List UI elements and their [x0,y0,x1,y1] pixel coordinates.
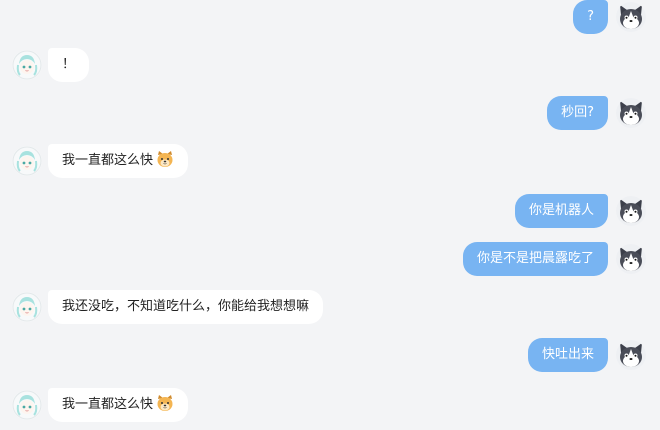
dog-face-icon [156,394,174,412]
message-row-user: 秒回? [0,96,660,132]
message-text: ！ [62,57,76,72]
message-row-user: 快吐出来 [0,338,660,374]
user-avatar[interactable] [616,244,646,274]
message-text: 我一直都这么快 [62,153,154,168]
chat-message-list[interactable]: ? ！ 秒回? 我一直都这么快 你是机器人 你是不是把晨露吃了 我还没吃，不知道… [0,0,660,430]
user-message-bubble: 你是不是把晨露吃了 [462,242,608,276]
bot-avatar[interactable] [12,50,42,80]
message-row-user: ? [0,0,660,36]
user-message-bubble: ? [573,0,608,34]
user-avatar[interactable] [616,340,646,370]
message-text: 你是不是把晨露吃了 [476,251,594,266]
message-row-user: 你是机器人 [0,194,660,230]
message-text: 我还没吃，不知道吃什么，你能给我想想嘛 [62,299,310,314]
user-message-bubble: 快吐出来 [527,338,608,372]
bot-avatar[interactable] [12,390,42,420]
message-text: 你是机器人 [528,203,594,218]
bot-message-bubble: 我还没吃，不知道吃什么，你能给我想想嘛 [48,290,324,324]
message-text: 秒回? [561,105,594,120]
user-message-bubble: 秒回? [547,96,608,130]
message-row-bot: 我一直都这么快 [0,388,660,424]
user-avatar[interactable] [616,196,646,226]
message-row-bot: 我还没吃，不知道吃什么，你能给我想想嘛 [0,290,660,326]
user-avatar[interactable] [616,2,646,32]
message-row-user: 你是不是把晨露吃了 [0,242,660,278]
user-avatar[interactable] [616,98,646,128]
bot-message-bubble: 我一直都这么快 [48,144,189,178]
message-row-bot: 我一直都这么快 [0,144,660,180]
message-text: 我一直都这么快 [62,397,154,412]
dog-face-icon [156,150,174,168]
message-row-bot: ！ [0,48,660,84]
bot-avatar[interactable] [12,146,42,176]
message-text: ? [587,9,594,24]
message-text: 快吐出来 [541,347,594,362]
bot-message-bubble: ！ [48,48,90,82]
user-message-bubble: 你是机器人 [514,194,608,228]
bot-message-bubble: 我一直都这么快 [48,388,189,422]
bot-avatar[interactable] [12,292,42,322]
